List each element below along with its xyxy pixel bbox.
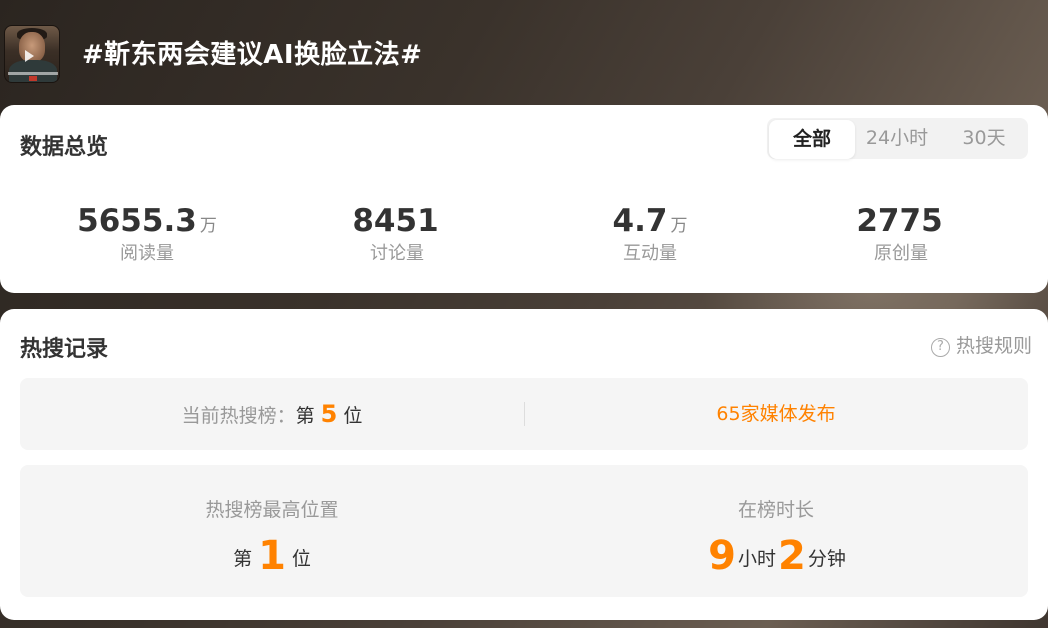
rules-label: 热搜规则 — [955, 335, 1032, 357]
stat-reads-unit: 万 — [199, 216, 217, 236]
highest-position-value: 第1位 — [20, 533, 524, 579]
topic-video-thumbnail[interactable] — [4, 25, 60, 83]
stat-interactions-label: 互动量 — [623, 243, 677, 264]
topic-header: #靳东两会建议AI换脸立法# — [0, 0, 1048, 105]
topic-title: #靳东两会建议AI换脸立法# — [82, 40, 423, 70]
tab-24h[interactable]: 24小时 — [857, 118, 937, 159]
stat-reads: 5655.3 万 阅读量 — [47, 203, 247, 265]
current-rank-value: 5 — [320, 400, 338, 428]
highest-position-title: 热搜榜最高位置 — [205, 499, 339, 521]
thumbnail-caption-bar — [8, 72, 58, 75]
duration-title: 在榜时长 — [737, 499, 814, 521]
stat-interactions: 4.7 万 互动量 — [550, 203, 750, 265]
stat-reads-label: 阅读量 — [120, 243, 174, 264]
data-overview-card: 数据总览 全部 24小时 30天 5655.3 万 阅读量 8451 讨论量 4.… — [0, 105, 1048, 293]
tab-all[interactable]: 全部 — [769, 120, 855, 159]
highest-suffix: 位 — [291, 548, 311, 570]
duration-hours: 9 — [708, 533, 736, 579]
stat-originals-label: 原创量 — [874, 243, 928, 264]
highest-prefix: 第 — [233, 548, 253, 570]
on-list-duration: 在榜时长 9 小时2 分钟 — [524, 465, 1028, 597]
stat-interactions-unit: 万 — [670, 216, 688, 236]
stat-interactions-value: 4.7 — [612, 203, 668, 239]
duration-hours-unit: 小时 — [737, 548, 776, 570]
stat-discussions-value: 8451 — [352, 203, 439, 239]
current-rank-wei: 位 — [343, 405, 363, 427]
duration-minutes-unit: 分钟 — [807, 548, 846, 570]
current-rank-di: 第 — [295, 405, 315, 427]
current-rank-prefix: 当前热搜榜： — [181, 405, 296, 427]
stat-originals: 2775 原创量 — [801, 203, 1001, 265]
time-range-tabs: 全部 24小时 30天 — [767, 118, 1028, 159]
hot-search-title: 热搜记录 — [20, 337, 109, 362]
stat-discussions: 8451 讨论量 — [297, 203, 497, 265]
stat-discussions-label: 讨论量 — [370, 243, 424, 264]
current-rank-box: 当前热搜榜：第 5 位 65家媒体发布 — [20, 378, 1028, 450]
hot-search-rules-link[interactable]: ? 热搜规则 — [930, 331, 1032, 358]
stat-reads-value: 5655.3 — [77, 203, 197, 239]
tab-30d[interactable]: 30天 — [947, 118, 1021, 159]
duration-value: 9 小时2 分钟 — [524, 533, 1028, 579]
overview-title: 数据总览 — [20, 135, 109, 160]
play-icon — [25, 50, 34, 62]
hot-search-card: 热搜记录 ? 热搜规则 当前热搜榜：第 5 位 65家媒体发布 热搜榜最高位置 第1位… — [0, 309, 1048, 620]
question-circle-icon: ? — [930, 338, 950, 357]
highest-position: 热搜榜最高位置 第1位 — [20, 465, 524, 597]
media-published-link[interactable]: 65家媒体发布 — [524, 378, 1028, 450]
rank-detail-box: 热搜榜最高位置 第1位 在榜时长 9 小时2 分钟 — [20, 465, 1028, 597]
stat-originals-value: 2775 — [856, 203, 943, 239]
current-rank: 当前热搜榜：第 5 位 — [20, 378, 524, 450]
thumbnail-red-mark — [29, 76, 37, 81]
duration-minutes: 2 — [778, 533, 806, 579]
highest-rank-value: 1 — [258, 533, 286, 579]
